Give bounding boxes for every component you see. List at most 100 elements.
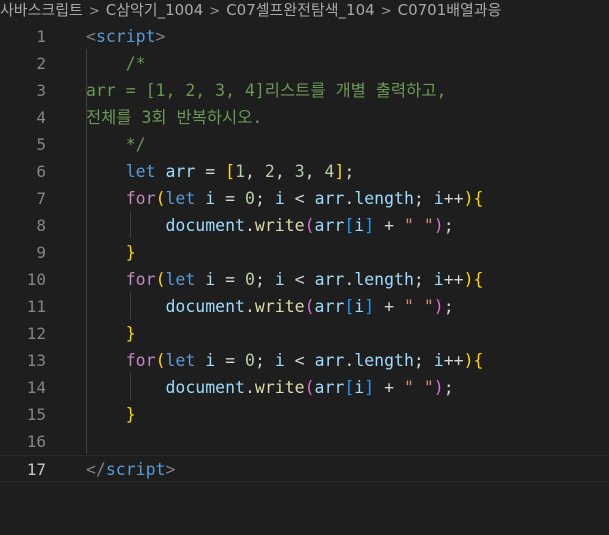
code-token: ; xyxy=(413,189,434,208)
line-number: 14 xyxy=(26,378,46,397)
code-token: 4 xyxy=(324,162,335,181)
code-token: ( xyxy=(304,378,315,397)
code-token: [ xyxy=(344,378,355,397)
code-token: for xyxy=(125,351,156,370)
code-line[interactable]: 14 document.write(arr[i] + " "); xyxy=(0,374,609,401)
code-line[interactable]: 4 전체를 3회 반복하시오. xyxy=(0,104,609,131)
code-line[interactable]: 16 xyxy=(0,428,609,455)
code-token: . xyxy=(244,297,255,316)
code-text: <script> xyxy=(86,23,165,50)
code-token: ) xyxy=(433,378,444,397)
code-token: { xyxy=(473,351,484,370)
code-editor[interactable]: 1 <script> 2 /* 3 arr = [1, 2, 3, 4]리스트를 개별 … xyxy=(0,22,609,535)
code-line[interactable]: 13 for(let i = 0; i < arr.length; i++){ xyxy=(0,347,609,374)
code-token: ; xyxy=(413,270,434,289)
line-number: 10 xyxy=(26,270,46,289)
code-line[interactable]: 3 arr = [1, 2, 3, 4]리스트를 개별 출력하고, xyxy=(0,77,609,104)
code-token: { xyxy=(473,189,484,208)
line-number: 12 xyxy=(26,324,46,343)
line-number: 6 xyxy=(36,162,46,181)
breadcrumb-item[interactable]: C삼악기_1004 xyxy=(106,0,204,20)
code-token: script xyxy=(105,460,166,479)
breadcrumb: 사바스크립트 > C삼악기_1004 > C07셀프완전탐색_104 > C0701배열과응 xyxy=(0,0,609,22)
code-line[interactable]: 2 /* xyxy=(0,50,609,77)
code-token: } xyxy=(125,405,136,424)
code-token: . xyxy=(244,378,255,397)
code-token: arr xyxy=(314,378,345,397)
code-token: ( xyxy=(155,270,166,289)
code-token: for xyxy=(125,189,156,208)
code-token: ) xyxy=(463,351,474,370)
code-text: } xyxy=(86,239,136,266)
code-token: " " xyxy=(403,378,434,397)
code-text: } xyxy=(86,320,136,347)
breadcrumb-item[interactable]: C07셀프완전탐색_104 xyxy=(226,0,375,20)
code-token: length xyxy=(354,189,414,208)
code-text: document.write(arr[i] + " "); xyxy=(86,212,453,239)
code-text: </script> xyxy=(86,456,175,483)
code-token: i xyxy=(354,216,365,235)
code-token: ; xyxy=(254,189,275,208)
code-token: i xyxy=(205,189,216,208)
code-token: } xyxy=(125,243,136,262)
code-token: ; xyxy=(344,162,355,181)
line-number: 3 xyxy=(36,81,46,100)
code-token: ++ xyxy=(443,351,464,370)
code-token: 전체를 3회 반복하시오. xyxy=(86,108,263,127)
code-token: i xyxy=(354,297,365,316)
code-line[interactable]: 9 } xyxy=(0,239,609,266)
code-token: 1 xyxy=(235,162,245,181)
code-token: document xyxy=(165,297,245,316)
code-line[interactable]: 7 for(let i = 0; i < arr.length; i++){ xyxy=(0,185,609,212)
code-token: ; xyxy=(443,378,454,397)
code-token: i xyxy=(274,189,285,208)
code-text: */ xyxy=(86,131,146,158)
code-token: arr = [1, 2, 3, 4]리스트를 개별 출력하고, xyxy=(86,81,447,100)
breadcrumb-item[interactable]: C0701배열과응 xyxy=(398,0,502,20)
code-token: " " xyxy=(403,216,434,235)
code-token: < xyxy=(284,189,315,208)
breadcrumb-item[interactable]: 사바스크립트 xyxy=(0,0,83,20)
code-token: > xyxy=(165,460,176,479)
code-token: /* xyxy=(86,54,146,73)
code-token: + xyxy=(374,297,404,316)
code-token: = xyxy=(195,162,226,181)
line-number: 11 xyxy=(26,297,46,316)
line-number: 9 xyxy=(36,243,46,262)
code-line[interactable]: 15 } xyxy=(0,401,609,428)
code-token: 3 xyxy=(294,162,305,181)
line-number: 2 xyxy=(36,54,46,73)
code-token: let xyxy=(165,270,196,289)
code-token: ; xyxy=(254,351,275,370)
code-line[interactable]: 1 <script> xyxy=(0,23,609,50)
code-token: < xyxy=(284,351,315,370)
code-token: ] xyxy=(364,297,375,316)
code-line[interactable]: 11 document.write(arr[i] + " "); xyxy=(0,293,609,320)
line-number: 15 xyxy=(26,405,46,424)
code-token: i xyxy=(433,189,444,208)
code-token: </ xyxy=(86,460,106,479)
code-text: } xyxy=(86,401,136,428)
code-token: = xyxy=(215,189,245,208)
code-token: } xyxy=(125,324,136,343)
line-number: 5 xyxy=(36,135,46,154)
code-line[interactable]: 12 } xyxy=(0,320,609,347)
code-token: let xyxy=(165,189,196,208)
code-token: < xyxy=(284,270,315,289)
code-line[interactable]: 17 </script> xyxy=(0,455,609,482)
code-line[interactable]: 5 */ xyxy=(0,131,609,158)
code-token: ( xyxy=(155,351,166,370)
code-line[interactable]: 8 document.write(arr[i] + " "); xyxy=(0,212,609,239)
code-line[interactable]: 10 for(let i = 0; i < arr.length; i++){ xyxy=(0,266,609,293)
line-number: 8 xyxy=(36,216,46,235)
code-token: arr xyxy=(314,189,345,208)
code-line[interactable]: 6 let arr = [1, 2, 3, 4]; xyxy=(0,158,609,185)
line-number: 13 xyxy=(26,351,46,370)
breadcrumb-separator-icon: > xyxy=(209,4,221,19)
